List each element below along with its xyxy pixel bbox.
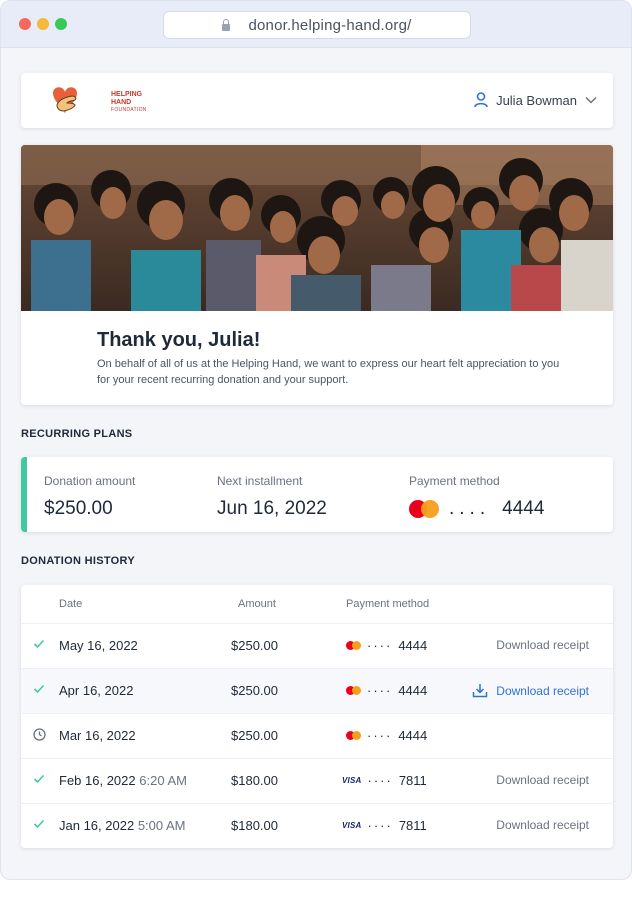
- table-row: May 16, 2022 $250.00 ···· 4444 Download …: [21, 623, 613, 668]
- row-amount: $250.00: [231, 728, 278, 743]
- card-mask: ····: [367, 683, 393, 698]
- mastercard-icon: [346, 641, 361, 650]
- logo-tagline: FOUNDATION: [111, 107, 147, 113]
- row-amount: $250.00: [231, 638, 278, 653]
- table-row: Feb 16, 2022 6:20 AM $180.00 VISA ···· 7…: [21, 758, 613, 803]
- user-menu[interactable]: Julia Bowman: [474, 92, 597, 108]
- lock-icon: [222, 18, 231, 31]
- logo-wordmark: HELPING HAND: [111, 91, 142, 107]
- table-row: Mar 16, 2022 $250.00 ···· 4444: [21, 713, 613, 758]
- download-icon: [473, 684, 488, 698]
- card-last4: 4444: [502, 498, 545, 519]
- row-payment: ···· 4444: [346, 683, 427, 698]
- mastercard-icon: [346, 686, 361, 695]
- row-amount: $180.00: [231, 773, 278, 788]
- row-payment: ···· 4444: [346, 638, 427, 653]
- column-header-payment: Payment method: [346, 598, 430, 610]
- download-receipt-label: Download receipt: [496, 683, 589, 698]
- card-last4: 4444: [398, 683, 428, 698]
- row-date: Apr 16, 2022: [59, 683, 134, 698]
- children-photo: [21, 145, 613, 311]
- thank-you-title: Thank you, Julia!: [97, 329, 261, 351]
- minimize-window-button[interactable]: [37, 18, 49, 30]
- download-receipt-link[interactable]: Download receipt: [496, 638, 589, 652]
- card-last4: 4444: [398, 728, 428, 743]
- mastercard-icon: [346, 731, 361, 740]
- row-date-time: Jan 16, 2022 5:00 AM: [59, 818, 186, 833]
- plan-accent-bar: [21, 457, 27, 532]
- card-mask: ····: [367, 728, 393, 743]
- thank-you-message: On behalf of all of us at the Helping Ha…: [97, 358, 560, 386]
- user-icon: [474, 92, 488, 108]
- recurring-plans-heading: RECURRING PLANS: [21, 428, 133, 440]
- check-icon: [33, 639, 45, 649]
- user-name: Julia Bowman: [496, 92, 577, 108]
- payment-method: Payment method .... 4444: [409, 474, 544, 520]
- row-date-time: Feb 16, 2022 6:20 AM: [59, 773, 187, 788]
- check-icon: [33, 774, 45, 784]
- download-receipt-link[interactable]: Download receipt: [496, 818, 589, 832]
- recurring-plan-card: Donation amount $250.00 Next installment…: [21, 457, 613, 532]
- visa-icon: VISA: [342, 821, 362, 830]
- next-installment: Next installment Jun 16, 2022: [217, 474, 327, 520]
- donation-amount-value: $250.00: [44, 498, 113, 519]
- column-header-amount: Amount: [238, 598, 276, 610]
- mastercard-icon: [409, 500, 439, 518]
- card-mask: ····: [367, 818, 393, 833]
- next-installment-value: Jun 16, 2022: [217, 498, 327, 519]
- clock-icon: [33, 728, 46, 741]
- donation-amount-label: Donation amount: [44, 474, 136, 488]
- thank-you-card: Thank you, Julia! On behalf of all of us…: [21, 145, 613, 405]
- table-row: Jan 16, 2022 5:00 AM $180.00 VISA ···· 7…: [21, 803, 613, 848]
- card-last4: 4444: [398, 638, 428, 653]
- maximize-window-button[interactable]: [55, 18, 67, 30]
- visa-icon: VISA: [342, 776, 362, 785]
- card-last4: 7811: [398, 818, 427, 833]
- row-amount: $180.00: [231, 818, 278, 833]
- payment-method-value: .... 4444: [409, 498, 544, 520]
- row-date: Jan 16, 2022: [59, 818, 135, 833]
- browser-toolbar: donor.helping-hand.org/: [1, 1, 631, 48]
- card-mask: ····: [367, 638, 393, 653]
- check-icon: [33, 684, 45, 694]
- logo-line-1: HELPING: [111, 91, 143, 98]
- card-mask: ····: [367, 773, 393, 788]
- download-receipt-link[interactable]: Download receipt: [472, 683, 589, 698]
- site-header: HELPING HAND FOUNDATION Julia Bowman: [21, 73, 613, 128]
- download-receipt-link[interactable]: Download receipt: [496, 773, 589, 787]
- row-time: 5:00 AM: [137, 818, 186, 833]
- donation-history-heading: DONATION HISTORY: [21, 555, 135, 567]
- row-amount: $250.00: [231, 683, 278, 698]
- card-mask: ....: [449, 498, 491, 519]
- donation-amount: Donation amount $250.00: [44, 474, 135, 520]
- donation-history-table: Date Amount Payment method May 16, 2022 …: [21, 585, 613, 848]
- row-payment: ···· 4444: [346, 728, 427, 743]
- address-bar[interactable]: donor.helping-hand.org/: [163, 11, 471, 39]
- row-date: May 16, 2022: [59, 638, 138, 653]
- row-time: 6:20 AM: [139, 773, 187, 788]
- next-installment-label: Next installment: [217, 474, 303, 488]
- browser-window: donor.helping-hand.org/ HELPING HAND FOU…: [0, 0, 632, 880]
- column-header-date: Date: [59, 598, 83, 610]
- logo-line-2: HAND: [111, 99, 132, 106]
- payment-method-label: Payment method: [409, 474, 500, 488]
- close-window-button[interactable]: [19, 18, 31, 30]
- card-last4: 7811: [398, 773, 427, 788]
- address-bar-url: donor.helping-hand.org/: [248, 16, 412, 34]
- row-payment: VISA ···· 7811: [342, 818, 427, 833]
- check-icon: [33, 819, 45, 829]
- table-row: Apr 16, 2022 $250.00 ···· 4444 Download …: [21, 668, 613, 713]
- row-date: Feb 16, 2022: [59, 773, 136, 788]
- row-payment: VISA ···· 7811: [342, 773, 427, 788]
- row-date: Mar 16, 2022: [59, 728, 136, 743]
- chevron-down-icon: [585, 96, 597, 104]
